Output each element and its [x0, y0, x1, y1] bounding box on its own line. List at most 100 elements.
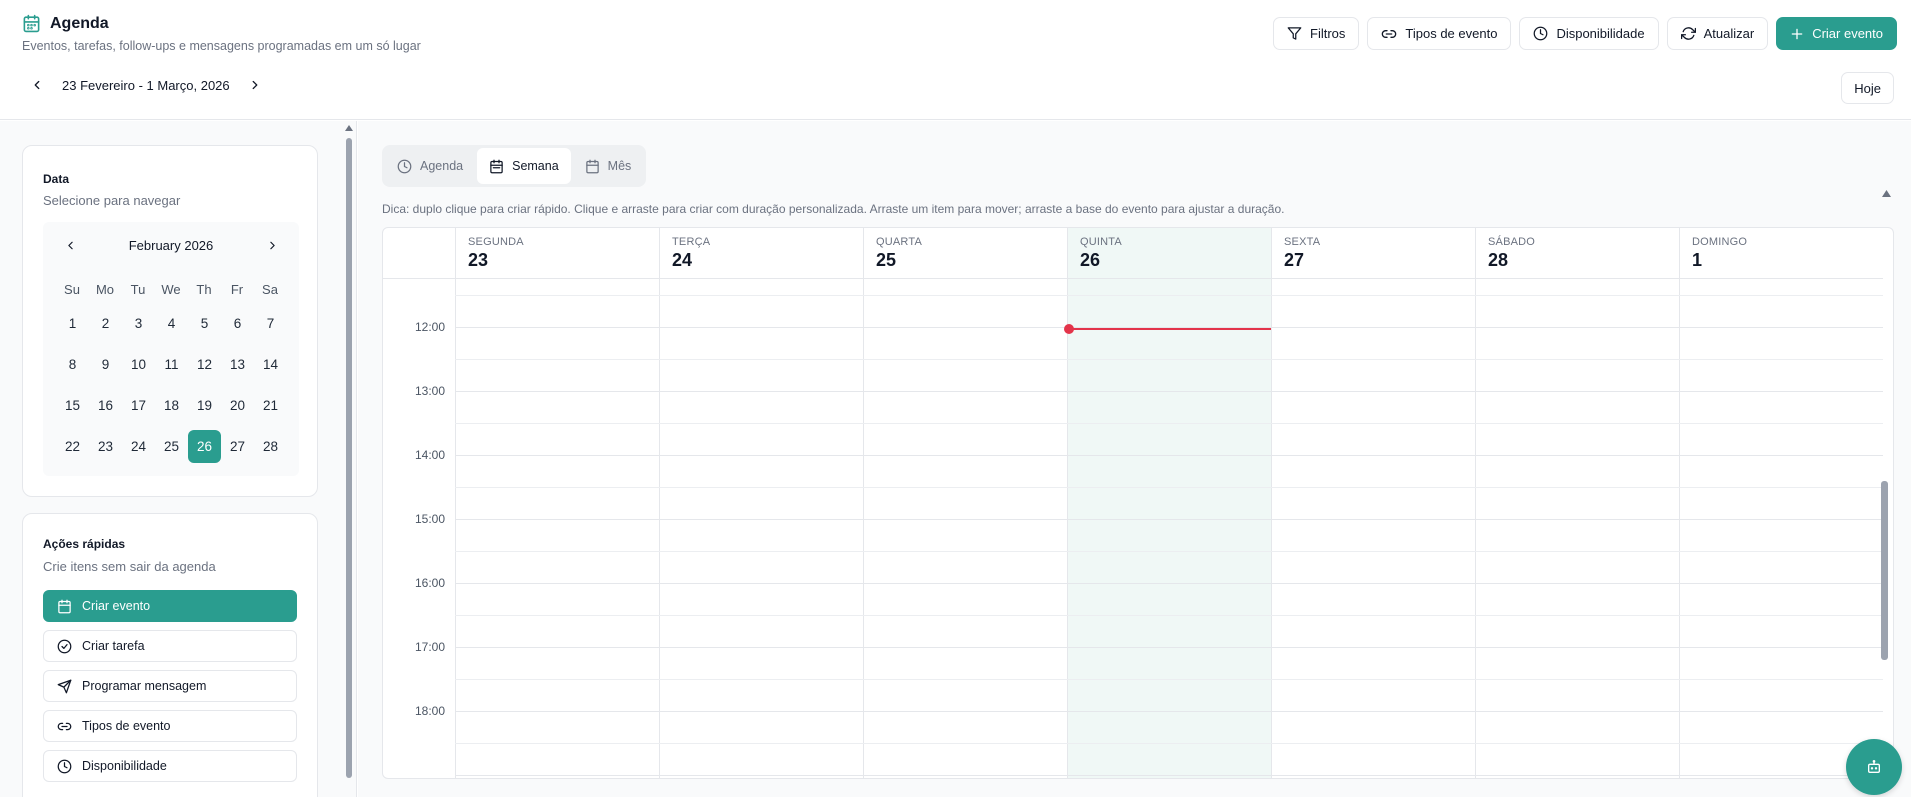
mini-calendar-day[interactable]: 12: [188, 348, 221, 381]
mini-calendar-next-button[interactable]: [263, 236, 281, 254]
day-column[interactable]: [659, 279, 863, 778]
mini-calendar-day[interactable]: 22: [56, 430, 89, 463]
mini-calendar-day[interactable]: 11: [155, 348, 188, 381]
tab-agenda[interactable]: Agenda: [385, 148, 475, 184]
plus-icon: [1790, 27, 1804, 41]
clock-icon: [57, 759, 72, 774]
link-icon: [1381, 26, 1397, 42]
send-icon: [57, 679, 72, 694]
day-column[interactable]: [1679, 279, 1883, 778]
day-name: TERÇA: [672, 236, 711, 248]
hour-line: [455, 519, 1883, 520]
mini-calendar-prev-button[interactable]: [61, 236, 79, 254]
mini-calendar-day[interactable]: 4: [155, 307, 188, 340]
mini-calendar-day[interactable]: 14: [254, 348, 287, 381]
assistant-bot-button[interactable]: [1846, 739, 1902, 795]
mini-calendar-day-selected[interactable]: 26: [188, 430, 221, 463]
mini-calendar-day[interactable]: 15: [56, 389, 89, 422]
weekday-label: We: [161, 282, 181, 297]
day-column[interactable]: [455, 279, 659, 778]
title-row: Agenda: [22, 14, 109, 33]
half-hour-line: [455, 679, 1883, 680]
weekday-label: Sa: [262, 282, 278, 297]
day-name: SEGUNDA: [468, 236, 524, 248]
week-grid: SEGUNDA 23 TERÇA 24 QUARTA 25 QUINTA 26 SEXTA 27 S…: [382, 227, 1894, 779]
hour-line: [455, 391, 1883, 392]
mini-calendar-day[interactable]: 2: [89, 307, 122, 340]
day-number: 25: [876, 250, 897, 270]
weekday-label: Mo: [95, 282, 115, 297]
day-name: QUINTA: [1080, 236, 1122, 248]
hour-line: [455, 583, 1883, 584]
calendar-icon: [57, 599, 72, 614]
day-header[interactable]: DOMINGO 1: [1679, 228, 1883, 279]
mini-calendar-day[interactable]: 13: [221, 348, 254, 381]
refresh-button[interactable]: Atualizar: [1666, 17, 1769, 50]
chevron-left-icon: [34, 80, 40, 90]
quick-schedule-message-button[interactable]: Programar mensagem: [43, 670, 297, 702]
grid-scrollbar-thumb[interactable]: [1881, 481, 1888, 660]
mini-calendar-day[interactable]: 8: [56, 348, 89, 381]
today-button[interactable]: Hoje: [1841, 72, 1894, 104]
quick-availability-button[interactable]: Disponibilidade: [43, 750, 297, 782]
tab-mes[interactable]: Mês: [573, 148, 644, 184]
event-types-button[interactable]: Tipos de evento: [1367, 17, 1512, 50]
mini-calendar-header: February 2026: [43, 230, 299, 260]
mini-calendar-day[interactable]: 28: [254, 430, 287, 463]
mini-calendar-day[interactable]: 21: [254, 389, 287, 422]
mini-calendar-day[interactable]: 19: [188, 389, 221, 422]
mini-calendar-day[interactable]: 20: [221, 389, 254, 422]
mini-calendar-day[interactable]: 7: [254, 307, 287, 340]
mini-calendar-day[interactable]: 3: [122, 307, 155, 340]
calendar-icon: [489, 159, 504, 174]
day-header[interactable]: TERÇA 24: [659, 228, 863, 279]
mini-calendar-day[interactable]: 10: [122, 348, 155, 381]
previous-week-button[interactable]: [28, 76, 46, 94]
mini-calendar-day[interactable]: 18: [155, 389, 188, 422]
day-column-today[interactable]: [1067, 279, 1271, 778]
date-navigator: 23 Fevereiro - 1 Março, 2026: [28, 76, 264, 94]
availability-button[interactable]: Disponibilidade: [1519, 17, 1659, 50]
day-column[interactable]: [1475, 279, 1679, 778]
current-time-line: [1067, 328, 1271, 330]
scroll-up-arrow-icon: [345, 125, 353, 131]
quick-create-task-button[interactable]: Criar tarefa: [43, 630, 297, 662]
mini-calendar-day[interactable]: 17: [122, 389, 155, 422]
mini-calendar-day[interactable]: 6: [221, 307, 254, 340]
day-header[interactable]: SEGUNDA 23: [455, 228, 659, 279]
mini-calendar-day[interactable]: 9: [89, 348, 122, 381]
mini-calendar: February 2026 Su Mo Tu We Th Fr Sa 1 2 3 4 5 6 7 8 9 10…: [43, 222, 299, 476]
mini-calendar-day[interactable]: 24: [122, 430, 155, 463]
day-name: QUARTA: [876, 236, 923, 248]
half-hour-line: [455, 423, 1883, 424]
mini-calendar-day[interactable]: 16: [89, 389, 122, 422]
sidebar-scrollbar-thumb[interactable]: [346, 138, 352, 778]
day-header[interactable]: SÁBADO 28: [1475, 228, 1679, 279]
quick-event-types-label: Tipos de evento: [82, 719, 171, 733]
filters-button[interactable]: Filtros: [1273, 17, 1360, 50]
calendar-icon: [585, 159, 600, 174]
day-header[interactable]: QUINTA 26: [1067, 228, 1271, 279]
mini-calendar-day[interactable]: 23: [89, 430, 122, 463]
day-header[interactable]: QUARTA 25: [863, 228, 1067, 279]
day-column[interactable]: [1271, 279, 1475, 778]
day-column[interactable]: [863, 279, 1067, 778]
quick-actions-subtitle: Crie itens sem sair da agenda: [43, 559, 216, 574]
mini-calendar-day[interactable]: 27: [221, 430, 254, 463]
mini-calendar-day[interactable]: 1: [56, 307, 89, 340]
tab-agenda-label: Agenda: [420, 159, 464, 173]
mini-calendar-day[interactable]: 5: [188, 307, 221, 340]
quick-event-types-button[interactable]: Tipos de evento: [43, 710, 297, 742]
hour-label: 18:00: [414, 704, 445, 718]
weekday-label: Th: [196, 282, 212, 297]
next-week-button[interactable]: [246, 76, 264, 94]
hour-label: 15:00: [414, 512, 445, 526]
mini-calendar-day[interactable]: 25: [155, 430, 188, 463]
grid-scroll-up-arrow-icon[interactable]: [1882, 190, 1891, 197]
day-header[interactable]: SEXTA 27: [1271, 228, 1475, 279]
tab-semana[interactable]: Semana: [477, 148, 571, 184]
weekday-label: Fr: [230, 282, 244, 297]
check-circle-icon: [57, 639, 72, 654]
quick-create-event-button[interactable]: Criar evento: [43, 590, 297, 622]
create-event-button[interactable]: Criar evento: [1776, 17, 1897, 50]
